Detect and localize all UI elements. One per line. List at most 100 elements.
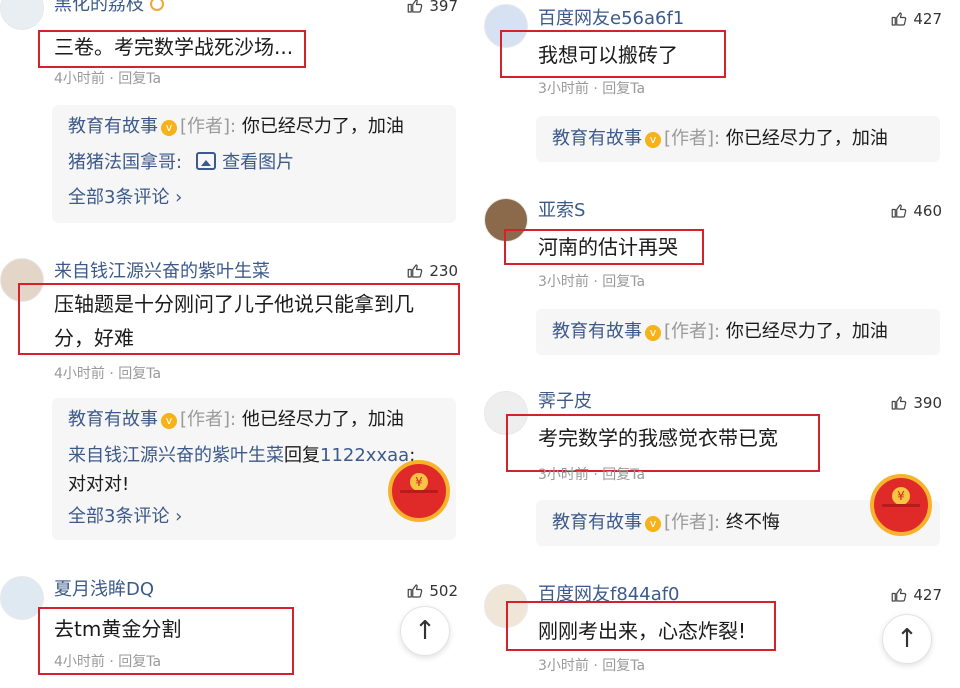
reply-line: 教育有故事 v [作者]: 他已经尽力了，加油 [68,407,404,433]
coin-icon: ¥ [410,473,428,491]
reply-author[interactable]: 教育有故事 [552,512,642,533]
comment-meta: 3小时前 · 回复Ta [538,467,646,483]
coin-icon: ¥ [892,487,910,505]
reply-text: 你已经尽力了，加油 [725,321,888,342]
comment-meta: 3小时前 · 回复Ta [538,81,646,97]
reply-line: 教育有故事 v [作者]: 终不悔 [552,510,780,536]
reply-button[interactable]: 回复Ta [602,81,645,97]
reply-line: 教育有故事 v [作者]: 你已经尽力了，加油 [68,114,404,140]
reply-button[interactable]: 回复Ta [602,274,645,290]
verified-badge-icon: v [645,516,661,532]
red-packet-icon[interactable]: ¥ [870,474,932,536]
verified-badge-icon: v [161,413,177,429]
like-button[interactable]: 390 [890,393,942,413]
reply-line: 来自钱江源兴奋的紫叶生菜回复1122xxaa: [68,443,415,469]
back-to-top-icon[interactable]: ↑ [882,614,932,664]
comment-username[interactable]: 来自钱江源兴奋的紫叶生菜 [54,261,270,283]
comment-meta: 3小时前 · 回复Ta [538,274,646,290]
reply-author[interactable]: 教育有故事 [68,116,158,137]
left-comment-panel: 黑化的荔枝 397 三卷。考完数学战死沙场... 4小时前 · 回复Ta 教育有… [0,0,472,688]
comment-time: 3小时前 [538,658,589,674]
avatar[interactable] [0,0,44,30]
comment-username[interactable]: 夏月浅眸DQ [54,579,154,601]
thumbs-up-icon [892,12,907,26]
like-count: 427 [913,586,942,604]
reply-box: 教育有故事 v [作者]: 你已经尽力了，加油 猪猪法国拿哥: 查看图片 全部3条评论… [52,105,456,223]
comment-text: 刚刚考出来，心态炸裂! [538,619,747,643]
reply-author[interactable]: 来自钱江源兴奋的紫叶生菜 [68,445,284,466]
reply-line: 猪猪法国拿哥: 查看图片 [68,150,294,176]
reply-text: 你已经尽力了，加油 [241,116,404,137]
envelope-flap [882,504,920,522]
reply-line: 教育有故事 v [作者]: 你已经尽力了，加油 [552,319,888,345]
like-count: 427 [913,10,942,28]
medal-icon [150,0,164,11]
like-button[interactable]: 427 [890,9,942,29]
reply-text: 终不悔 [725,512,780,533]
image-icon [196,152,217,170]
reply-target[interactable]: 1122xxaa [320,445,409,466]
reply-button[interactable]: 回复Ta [118,654,161,670]
comment-username[interactable]: 百度网友e56a6f1 [538,8,684,30]
author-tag: [作者]: [664,321,721,342]
reply-button[interactable]: 回复Ta [602,658,645,674]
red-packet-icon[interactable]: ¥ [388,460,450,522]
comment-meta: 4小时前 · 回复Ta [54,71,162,87]
thumbs-up-icon [408,264,423,278]
thumbs-up-icon [408,584,423,598]
comment-text: 考完数学的我感觉衣带已宽 [538,426,778,450]
like-count: 390 [913,394,942,412]
reply-text: 对对对! [68,474,130,495]
reply-box: 教育有故事 v [作者]: 你已经尽力了，加油 [536,309,940,355]
like-button[interactable]: 230 [406,261,458,281]
envelope-flap [400,490,438,508]
comment-text: 分，好难 [54,326,134,350]
like-count: 397 [429,0,458,15]
comment-username[interactable]: 黑化的荔枝 [54,0,164,16]
reply-line: 教育有故事 v [作者]: 你已经尽力了，加油 [552,126,888,152]
like-button[interactable]: 427 [890,585,942,605]
comment-time: 3小时前 [538,467,589,483]
reply-author[interactable]: 猪猪法国拿哥: [68,152,182,173]
like-button[interactable]: 502 [406,581,458,601]
reply-button[interactable]: 回复Ta [602,467,645,483]
like-button[interactable]: 397 [406,0,458,16]
like-count: 460 [913,202,942,220]
comment-meta: 4小时前 · 回复Ta [54,366,162,382]
all-replies-link[interactable]: 全部3条评论 › [68,504,182,530]
comment-time: 3小时前 [538,81,589,97]
comment-meta: 4小时前 · 回复Ta [54,654,162,670]
comment-time: 3小时前 [538,274,589,290]
comment-username[interactable]: 霁子皮 [538,391,592,413]
reply-author[interactable]: 教育有故事 [552,321,642,342]
thumbs-up-icon [892,204,907,218]
comment-time: 4小时前 [54,366,105,382]
view-image-link[interactable]: 查看图片 [222,152,294,173]
comment-text: 我想可以搬砖了 [538,43,678,67]
thumbs-up-icon [892,396,907,410]
author-tag: [作者]: [664,128,721,149]
comment-time: 4小时前 [54,71,105,87]
like-count: 502 [429,582,458,600]
reply-text: 他已经尽力了，加油 [241,409,404,430]
reply-author[interactable]: 教育有故事 [68,409,158,430]
verified-badge-icon: v [645,325,661,341]
reply-verb: 回复 [284,445,320,466]
comment-text: 三卷。考完数学战死沙场... [54,35,294,59]
comment-username[interactable]: 亚索S [538,200,585,222]
verified-badge-icon: v [161,120,177,136]
reply-button[interactable]: 回复Ta [118,71,161,87]
thumbs-up-icon [892,588,907,602]
reply-author[interactable]: 教育有故事 [552,128,642,149]
verified-badge-icon: v [645,132,661,148]
reply-text: 你已经尽力了，加油 [725,128,888,149]
author-tag: [作者]: [664,512,721,533]
thumbs-up-icon [408,0,423,13]
comment-text: 去tm黄金分割 [54,617,182,641]
reply-button[interactable]: 回复Ta [118,366,161,382]
back-to-top-icon[interactable]: ↑ [400,606,450,656]
comment-text: 河南的估计再哭 [538,235,678,259]
like-button[interactable]: 460 [890,201,942,221]
reply-box: 教育有故事 v [作者]: 你已经尽力了，加油 [536,116,940,162]
all-replies-link[interactable]: 全部3条评论 › [68,185,182,211]
